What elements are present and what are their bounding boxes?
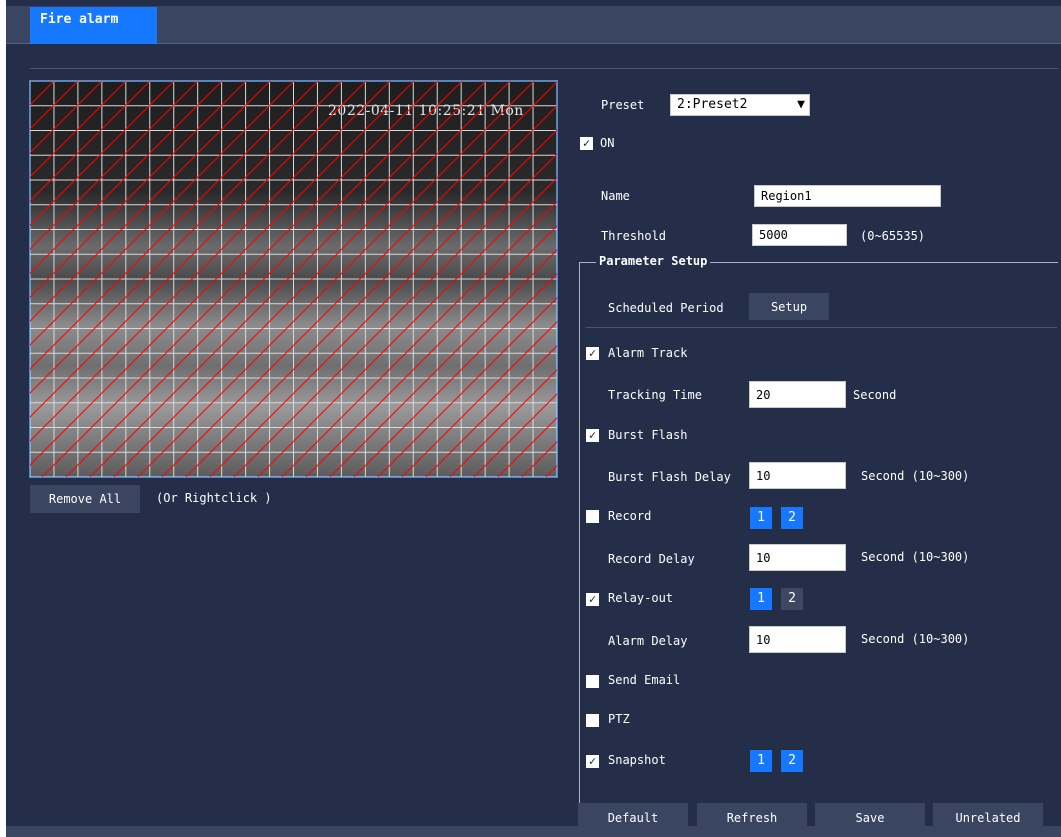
record-channel-2[interactable]: 2 <box>781 507 803 529</box>
threshold-range: (0~65535) <box>860 229 926 243</box>
window-bottom-edge <box>6 826 1061 837</box>
tab-fire-alarm[interactable]: Fire alarm <box>30 7 157 44</box>
record-delay-unit: Second (10~300) <box>861 550 970 564</box>
record-delay-input[interactable] <box>749 544 846 571</box>
relay-out-label: Relay-out <box>608 591 674 605</box>
right-click-hint: (Or Rightclick ) <box>156 491 272 505</box>
window-edge <box>0 0 6 837</box>
name-label: Name <box>601 189 630 203</box>
relay-out-checkbox[interactable]: ✓ <box>586 593 599 606</box>
tab-bar <box>6 6 1061 44</box>
name-input[interactable] <box>754 185 941 207</box>
ptz-checkbox[interactable] <box>586 714 599 727</box>
chevron-down-icon: ▼ <box>797 97 805 112</box>
tracking-time-input[interactable] <box>749 381 846 408</box>
ptz-label: PTZ <box>608 712 630 726</box>
relay-channel-1[interactable]: 1 <box>750 588 772 610</box>
schedule-divider <box>586 327 1057 328</box>
alarm-delay-label: Alarm Delay <box>608 634 688 648</box>
detection-grid-overlay[interactable] <box>30 81 557 477</box>
alarm-track-label: Alarm Track <box>608 346 688 360</box>
on-checkbox[interactable]: ✓ <box>580 137 593 150</box>
on-label: ON <box>600 136 615 150</box>
threshold-input[interactable] <box>752 224 847 246</box>
alarm-track-checkbox[interactable]: ✓ <box>586 347 599 360</box>
burst-flash-label: Burst Flash <box>608 428 688 442</box>
burst-flash-delay-input[interactable] <box>749 462 846 489</box>
tracking-time-unit: Second <box>853 388 897 402</box>
snapshot-label: Snapshot <box>608 753 666 767</box>
alarm-delay-unit: Second (10~300) <box>861 632 970 646</box>
scheduled-period-label: Scheduled Period <box>608 301 724 315</box>
parameter-setup-title: Parameter Setup <box>596 254 711 268</box>
record-label: Record <box>608 509 652 523</box>
relay-channel-2[interactable]: 2 <box>781 588 803 610</box>
record-delay-label: Record Delay <box>608 552 695 566</box>
burst-flash-delay-unit: Second (10~300) <box>861 469 970 483</box>
tracking-time-label: Tracking Time <box>608 388 702 402</box>
alarm-delay-input[interactable] <box>749 626 846 653</box>
send-email-label: Send Email <box>608 673 681 687</box>
snapshot-checkbox[interactable]: ✓ <box>586 755 599 768</box>
record-checkbox[interactable] <box>586 510 599 523</box>
record-channel-1[interactable]: 1 <box>750 507 772 529</box>
threshold-label: Threshold <box>601 229 667 243</box>
preset-select[interactable]: 2:Preset2 ▼ <box>670 94 810 116</box>
snapshot-channel-1[interactable]: 1 <box>750 750 772 772</box>
schedule-setup-button[interactable]: Setup <box>749 293 829 320</box>
send-email-checkbox[interactable] <box>586 675 599 688</box>
burst-flash-delay-label: Burst Flash Delay <box>608 470 731 484</box>
header-divider <box>30 68 1058 69</box>
snapshot-channel-2[interactable]: 2 <box>781 750 803 772</box>
video-preview[interactable]: 2022-04-11 10:25:21 Mon <box>29 80 558 478</box>
remove-all-button[interactable]: Remove All <box>30 485 140 513</box>
preset-label: Preset <box>601 98 645 112</box>
preset-value: 2:Preset2 <box>677 97 748 112</box>
burst-flash-checkbox[interactable]: ✓ <box>586 429 599 442</box>
